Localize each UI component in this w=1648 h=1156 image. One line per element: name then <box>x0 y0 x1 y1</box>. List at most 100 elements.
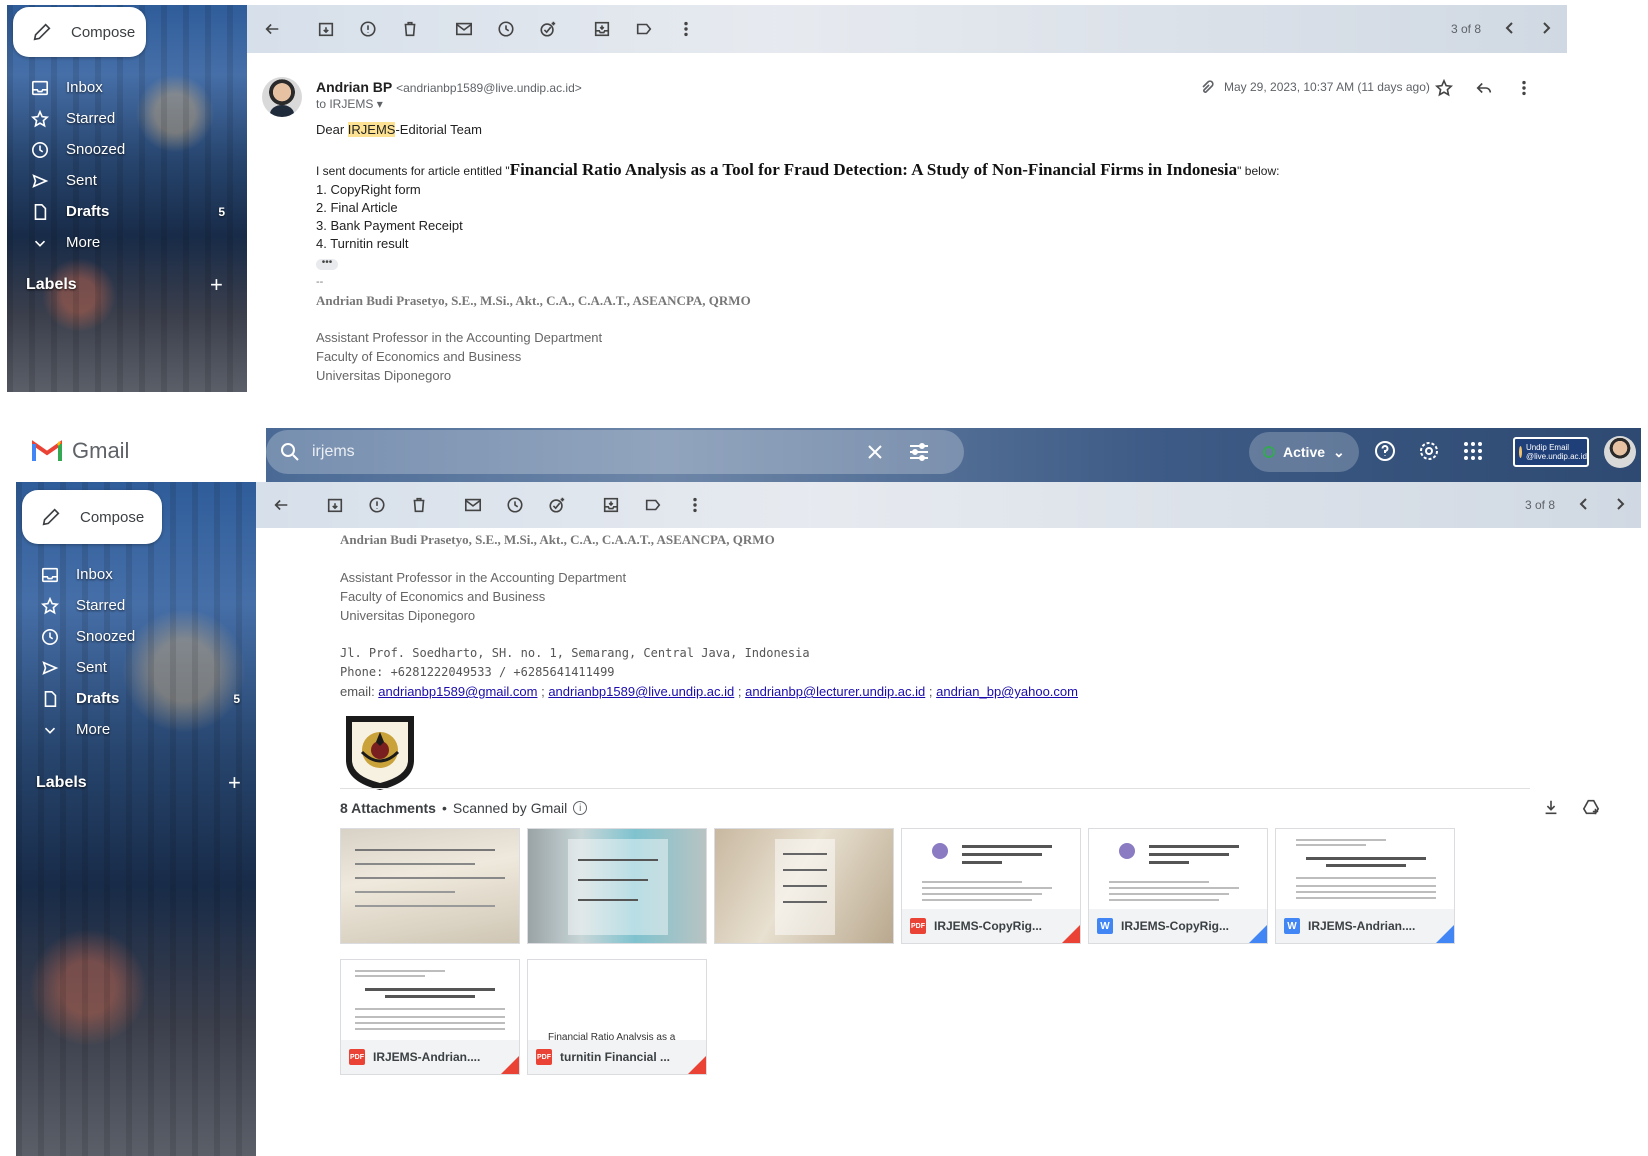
mark-unread-icon[interactable] <box>462 494 484 516</box>
sidebar-item-drafts[interactable]: Drafts 5 <box>30 196 225 227</box>
gmail-logo[interactable]: Gmail <box>32 438 129 464</box>
pdf-file-icon: PDF <box>910 918 926 934</box>
greeting-pre: Dear <box>316 122 348 137</box>
add-task-icon[interactable] <box>537 18 559 40</box>
article-title: Financial Ratio Analysis as a Tool for F… <box>509 160 1238 179</box>
sidebar-item-label: Starred <box>66 110 116 127</box>
attachment-card[interactable]: Financial Ratio Analysis as a PDF turnit… <box>527 959 707 1075</box>
greeting-post: -Editorial Team <box>395 122 482 137</box>
add-task-icon[interactable] <box>546 494 568 516</box>
sender-email: <andrianbp1589@live.undip.ac.id> <box>396 81 582 95</box>
org-logo-icon <box>1519 446 1522 458</box>
send-icon <box>30 171 50 191</box>
attachment-card[interactable] <box>340 828 520 944</box>
lower-toolbar <box>256 482 1641 528</box>
recipient-line[interactable]: to IRJEMS ▾ <box>316 97 383 111</box>
star-icon[interactable] <box>1434 78 1454 102</box>
more-vert-icon[interactable] <box>684 494 706 516</box>
attachment-card[interactable]: PDF IRJEMS-CopyRig... <box>901 828 1081 944</box>
email-link[interactable]: andrianbp1589@gmail.com <box>378 684 537 699</box>
attachment-card[interactable]: W IRJEMS-CopyRig... <box>1088 828 1268 944</box>
sidebar-item-inbox[interactable]: Inbox <box>30 72 225 103</box>
add-label-button[interactable]: + <box>210 272 223 298</box>
report-spam-icon[interactable] <box>357 18 379 40</box>
more-vert-icon[interactable] <box>1515 79 1533 102</box>
upper-compose-button[interactable]: Compose <box>13 7 146 57</box>
add-to-drive-icon[interactable] <box>1582 798 1600 821</box>
attachment-card[interactable] <box>527 828 707 944</box>
archive-icon[interactable] <box>315 18 337 40</box>
snooze-icon[interactable] <box>495 18 517 40</box>
attachment-card[interactable]: PDF IRJEMS-Andrian.... <box>340 959 520 1075</box>
show-trimmed-button[interactable]: ••• <box>316 258 338 270</box>
attachment-name: IRJEMS-CopyRig... <box>1121 919 1230 933</box>
account-avatar[interactable] <box>1604 436 1636 468</box>
inbox-icon <box>30 78 50 98</box>
older-icon[interactable] <box>1539 21 1553 38</box>
back-icon[interactable] <box>261 18 283 40</box>
caret-down-icon[interactable]: ▾ <box>377 97 383 111</box>
report-spam-icon[interactable] <box>366 494 388 516</box>
pencil-icon <box>42 508 60 526</box>
email-link[interactable]: andrian_bp@yahoo.com <box>936 684 1078 699</box>
lower-reading-pane: 3 of 8 Andrian Budi Prasetyo, S.E., M.Si… <box>256 482 1641 1156</box>
delete-icon[interactable] <box>408 494 430 516</box>
search-icon[interactable] <box>280 442 300 462</box>
label-icon[interactable] <box>633 18 655 40</box>
sidebar-item-snoozed[interactable]: Snoozed <box>40 621 240 652</box>
sidebar-item-label: Snoozed <box>76 628 136 645</box>
account-switcher[interactable]: Undip Email @live.undip.ac.id <box>1513 437 1589 467</box>
attachment-card[interactable] <box>714 828 894 944</box>
active-status-button[interactable]: Active ⌄ <box>1249 432 1359 472</box>
sidebar-item-more[interactable]: More <box>40 714 240 745</box>
search-options-icon[interactable] <box>908 442 930 462</box>
send-icon <box>40 658 60 678</box>
email-link[interactable]: andrianbp@lecturer.undip.ac.id <box>745 684 925 699</box>
back-icon[interactable] <box>270 494 292 516</box>
mark-unread-icon[interactable] <box>453 18 475 40</box>
pdf-file-icon: PDF <box>536 1049 552 1065</box>
sender-avatar[interactable] <box>262 77 302 117</box>
info-icon[interactable]: i <box>573 801 588 815</box>
sidebar-item-drafts[interactable]: Drafts 5 <box>40 683 240 714</box>
account-text: Undip Email @live.undip.ac.id <box>1526 443 1587 461</box>
email-meta: May 29, 2023, 10:37 AM (11 days ago) <box>1200 79 1430 95</box>
attachment-name: IRJEMS-Andrian.... <box>373 1050 481 1064</box>
active-label: Active <box>1283 444 1326 460</box>
sidebar-item-starred[interactable]: Starred <box>40 590 240 621</box>
archive-icon[interactable] <box>324 494 346 516</box>
sidebar-item-starred[interactable]: Starred <box>30 103 225 134</box>
attachment-card[interactable]: W IRJEMS-Andrian.... <box>1275 828 1455 944</box>
apps-grid-icon[interactable] <box>1462 440 1484 467</box>
reply-icon[interactable] <box>1475 79 1493 102</box>
search-bar[interactable]: irjems <box>266 430 964 474</box>
settings-icon[interactable] <box>1418 440 1440 467</box>
attachments-count: 8 Attachments <box>340 800 436 816</box>
more-vert-icon[interactable] <box>675 18 697 40</box>
clear-search-icon[interactable] <box>866 443 884 461</box>
move-to-icon[interactable] <box>591 18 613 40</box>
move-to-icon[interactable] <box>600 494 622 516</box>
attachment-doc-preview <box>341 960 519 1042</box>
attachment-doc-preview: Financial Ratio Analysis as a <box>528 960 706 1043</box>
email-link[interactable]: andrianbp1589@live.undip.ac.id <box>548 684 734 699</box>
newer-icon[interactable] <box>1503 21 1517 38</box>
sidebar-item-sent[interactable]: Sent <box>30 165 225 196</box>
sender-name[interactable]: Andrian BP <box>316 79 392 95</box>
clock-icon <box>30 140 50 160</box>
download-all-icon[interactable] <box>1542 798 1560 821</box>
sidebar-item-snoozed[interactable]: Snoozed <box>30 134 225 165</box>
add-label-button[interactable]: + <box>228 770 241 796</box>
sidebar-item-inbox[interactable]: Inbox <box>40 559 240 590</box>
search-input[interactable]: irjems <box>312 443 355 461</box>
delete-icon[interactable] <box>399 18 421 40</box>
older-icon[interactable] <box>1613 497 1627 514</box>
list-item: 2. Final Article <box>316 200 398 215</box>
label-icon[interactable] <box>642 494 664 516</box>
newer-icon[interactable] <box>1577 497 1591 514</box>
help-icon[interactable] <box>1374 440 1396 467</box>
snooze-icon[interactable] <box>504 494 526 516</box>
lower-compose-button[interactable]: Compose <box>22 490 162 544</box>
sidebar-item-more[interactable]: More <box>30 227 225 258</box>
sidebar-item-sent[interactable]: Sent <box>40 652 240 683</box>
